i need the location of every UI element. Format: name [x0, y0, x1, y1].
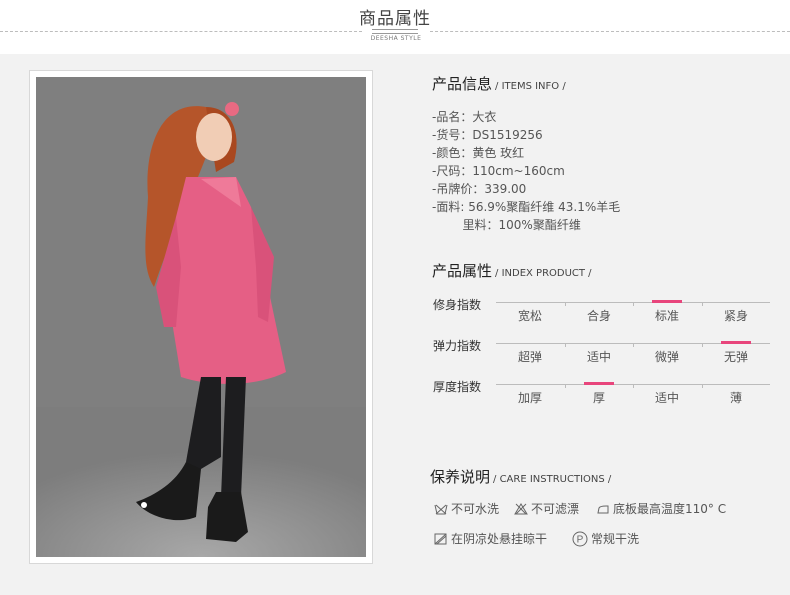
girl-in-pink-coat-illustration [36, 77, 366, 557]
care-subtitle: / CARE INSTRUCTIONS / [493, 474, 612, 485]
attribute-option: 厚 [592, 391, 605, 405]
info-sku: -货号：DS1519256 [432, 128, 543, 142]
attribute-selected-marker [584, 382, 614, 385]
header-divider-left [0, 31, 362, 32]
items-info-subtitle: / ITEMS INFO / [495, 81, 566, 92]
info-name: -品名：大衣 [432, 110, 497, 124]
page-header: 商品属性 DEESHA STYLE [0, 0, 790, 54]
svg-text:P: P [577, 534, 584, 545]
info-price: -吊牌价：339.00 [432, 182, 527, 196]
care-item-no-bleach: 不可滤漂 [514, 500, 579, 517]
attribute-option: 微弹 [654, 350, 679, 364]
care-item-iron: 底板最高温度110° C [596, 500, 726, 517]
attribute-label: 厚度指数 [433, 380, 482, 394]
care-item-no-wash: 不可水洗 [434, 500, 499, 517]
no-bleach-icon [514, 502, 528, 514]
header-title: 商品属性 [359, 9, 431, 29]
care-title: 保养说明 [430, 468, 491, 486]
attribute-tick [633, 302, 634, 306]
care-label-shade-dry: 在阴凉处悬挂晾干 [451, 532, 548, 546]
care-item-shade-dry: 在阴凉处悬挂晾干 [434, 530, 547, 547]
attribute-tick [633, 343, 634, 347]
attribute-option: 合身 [586, 309, 611, 323]
attribute-option: 超弹 [517, 350, 542, 364]
attribute-option: 加厚 [517, 391, 542, 405]
product-photo [36, 77, 366, 557]
attribute-selected-marker [652, 300, 682, 303]
attribute-option: 标准 [654, 309, 679, 323]
care-label-iron: 底板最高温度110° C [613, 502, 727, 516]
attribute-tick [702, 343, 703, 347]
attribute-option: 适中 [586, 350, 611, 364]
iron-icon [597, 505, 609, 513]
items-info-heading: 产品信息 / ITEMS INFO / [432, 73, 566, 94]
info-lining: 里料：100%聚酯纤维 [432, 218, 581, 232]
attribute-option: 薄 [729, 391, 742, 405]
index-product-subtitle: / INDEX PRODUCT / [495, 268, 592, 279]
attribute-tick [565, 384, 566, 388]
attribute-option: 紧身 [723, 309, 748, 323]
dry-clean-icon: P [572, 531, 588, 546]
care-item-dry-clean: P 常规干洗 [572, 530, 639, 547]
index-product-heading: 产品属性 / INDEX PRODUCT / [432, 260, 592, 281]
shade-dry-icon [434, 533, 447, 544]
attribute-option: 无弹 [723, 350, 748, 364]
header-divider-right [430, 31, 790, 32]
care-label-no-wash: 不可水洗 [451, 502, 500, 516]
no-wash-icon [434, 504, 448, 514]
info-size: -尺码：110cm~160cm [432, 164, 565, 178]
product-photo-frame [29, 70, 373, 564]
attribute-option: 宽松 [517, 309, 542, 323]
brand-bar [372, 29, 418, 34]
attribute-tick [702, 384, 703, 388]
attribute-tick [702, 302, 703, 306]
attribute-tick [565, 343, 566, 347]
index-product-title: 产品属性 [432, 262, 493, 280]
attribute-option: 适中 [654, 391, 679, 405]
attribute-selected-marker [721, 341, 751, 344]
care-label-no-bleach: 不可滤漂 [531, 502, 580, 516]
care-heading: 保养说明 / CARE INSTRUCTIONS / [430, 466, 611, 487]
attribute-tick [633, 384, 634, 388]
attribute-label: 修身指数 [433, 298, 482, 312]
info-fabric: -面料: 56.9%聚酯纤维 43.1%羊毛 [432, 200, 621, 214]
brand-text: DEESHA STYLE [370, 35, 422, 42]
attribute-tick [565, 302, 566, 306]
attribute-label: 弹力指数 [433, 339, 482, 353]
items-info-title: 产品信息 [432, 75, 493, 93]
care-label-dry-clean: 常规干洗 [591, 532, 640, 546]
info-color: -颜色：黄色 玫红 [432, 146, 525, 160]
